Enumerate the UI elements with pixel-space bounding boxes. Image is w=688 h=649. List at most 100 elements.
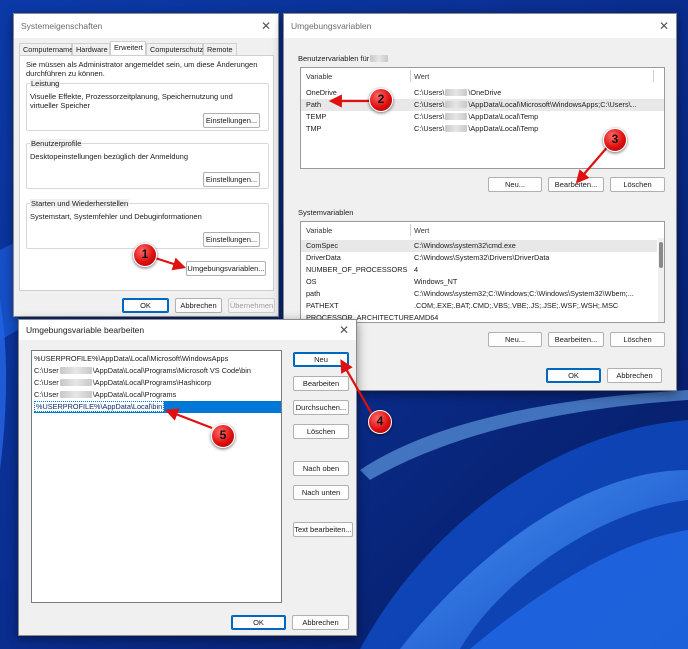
edit-new-button[interactable]: Neu xyxy=(293,352,349,367)
scrollbar-thumb[interactable] xyxy=(659,242,663,268)
environment-variables-button[interactable]: Umgebungsvariablen... xyxy=(186,261,266,276)
system-variables-label: Systemvariablen xyxy=(298,208,354,217)
col-value-header[interactable]: Wert xyxy=(414,226,429,235)
edit-ok-button[interactable]: OK xyxy=(231,615,286,630)
variable-value: C:\Users\ \AppData\Local\Temp xyxy=(414,124,539,133)
user-edit-button[interactable]: Bearbeiten... xyxy=(548,177,604,192)
close-icon[interactable]: ✕ xyxy=(659,14,669,38)
list-item-selected[interactable]: %USERPROFILE%\AppData\Local\bin xyxy=(34,401,281,413)
environment-variables-ok-button[interactable]: OK xyxy=(546,368,601,383)
tab-remote[interactable]: Remote xyxy=(203,43,237,55)
variable-value: .COM;.EXE;.BAT;.CMD;.VBS;.VBE;.JS;.JSE;.… xyxy=(414,301,619,310)
step-marker-2: 2 xyxy=(369,88,393,112)
user-variables-label: Benutzervariablen für xyxy=(298,54,389,63)
redacted-username xyxy=(370,55,389,62)
variable-name: PATHEXT xyxy=(306,301,339,310)
variable-name: ComSpec xyxy=(306,241,339,250)
edit-environment-variable-dialog: Umgebungsvariable bearbeiten ✕ %USERPROF… xyxy=(18,319,357,636)
user-new-button[interactable]: Neu... xyxy=(488,177,542,192)
step-marker-1: 1 xyxy=(133,243,157,267)
system-properties-ok-button[interactable]: OK xyxy=(122,298,169,313)
tab-erweitert[interactable]: Erweitert xyxy=(110,41,146,55)
edit-browse-button[interactable]: Durchsuchen... xyxy=(293,400,349,415)
edit-cancel-button[interactable]: Abbrechen xyxy=(292,615,349,630)
system-properties-title: Systemeigenschaften xyxy=(21,21,103,31)
startup-recovery-description: Systemstart, Systemfehler und Debuginfor… xyxy=(30,212,202,221)
step-marker-4: 4 xyxy=(368,410,392,434)
system-properties-apply-button[interactable]: Übernehmen xyxy=(228,298,275,313)
list-item[interactable]: OneDrive C:\Users\ \OneDrive xyxy=(301,87,664,99)
user-profiles-settings-button[interactable]: Einstellungen... xyxy=(203,172,260,187)
list-item[interactable]: DriverData C:\Windows\System32\Drivers\D… xyxy=(301,252,657,264)
variable-value: C:\Windows\system32\cmd.exe xyxy=(414,241,516,250)
list-item[interactable]: path C:\Windows\system32;C:\Windows;C:\W… xyxy=(301,288,657,300)
edit-delete-button[interactable]: Löschen xyxy=(293,424,349,439)
list-item[interactable]: C:\User \AppData\Local\Programs xyxy=(34,389,281,401)
system-delete-button[interactable]: Löschen xyxy=(610,332,665,347)
column-separator xyxy=(410,70,411,82)
edit-dialog-title: Umgebungsvariable bearbeiten xyxy=(26,325,145,335)
user-variables-list[interactable]: Variable Wert OneDrive C:\Users\ \OneDriv… xyxy=(300,67,665,169)
system-variables-scrollbar[interactable] xyxy=(658,238,664,322)
edit-edit-button[interactable]: Bearbeiten xyxy=(293,376,349,391)
variable-value: C:\Users\ \AppData\Local\Temp xyxy=(414,112,539,121)
list-item[interactable]: TEMP C:\Users\ \AppData\Local\Temp xyxy=(301,111,664,123)
column-separator xyxy=(653,70,654,82)
performance-settings-button[interactable]: Einstellungen... xyxy=(203,113,260,128)
col-variable-header[interactable]: Variable xyxy=(306,226,332,235)
variable-value: C:\Users\ \OneDrive xyxy=(414,88,502,97)
path-entries-list[interactable]: %USERPROFILE%\AppData\Local\Microsoft\Wi… xyxy=(31,350,282,603)
variable-name: OS xyxy=(306,277,317,286)
list-item[interactable]: PATHEXT .COM;.EXE;.BAT;.CMD;.VBS;.VBE;.J… xyxy=(301,300,657,312)
system-variables-list[interactable]: Variable Wert ComSpec C:\Windows\system3… xyxy=(300,221,665,323)
environment-variables-titlebar: Umgebungsvariablen ✕ xyxy=(284,14,676,38)
admin-note: Sie müssen als Administrator angemeldet … xyxy=(26,60,258,78)
list-item[interactable]: ComSpec C:\Windows\system32\cmd.exe xyxy=(301,240,657,252)
col-value-header[interactable]: Wert xyxy=(414,72,429,81)
system-properties-dialog: Systemeigenschaften ✕ Computername Hardw… xyxy=(13,13,279,317)
variable-value: Windows_NT xyxy=(414,277,458,286)
variable-value: C:\Windows\system32;C:\Windows;C:\Window… xyxy=(414,289,634,298)
system-properties-cancel-button[interactable]: Abbrechen xyxy=(175,298,222,313)
startup-recovery-settings-button[interactable]: Einstellungen... xyxy=(203,232,260,247)
tab-hardware[interactable]: Hardware xyxy=(72,43,110,55)
list-item[interactable]: C:\User \AppData\Local\Programs\Microsoft… xyxy=(34,365,281,377)
user-profiles-label: Benutzerprofile xyxy=(30,139,83,148)
user-delete-button[interactable]: Löschen xyxy=(610,177,665,192)
edit-text-button[interactable]: Text bearbeiten... xyxy=(293,522,353,537)
performance-label: Leistung xyxy=(30,79,61,88)
list-item[interactable]: Path C:\Users\ \AppData\Local\Microsoft\W… xyxy=(301,99,664,111)
user-profiles-description: Desktopeinstellungen bezüglich der Anmel… xyxy=(30,152,189,161)
column-separator xyxy=(410,224,411,236)
step-marker-5: 5 xyxy=(211,424,235,448)
system-properties-titlebar: Systemeigenschaften ✕ xyxy=(14,14,278,38)
list-item[interactable]: OS Windows_NT xyxy=(301,276,657,288)
step-marker-3: 3 xyxy=(603,128,627,152)
system-new-button[interactable]: Neu... xyxy=(488,332,542,347)
variable-name: TMP xyxy=(306,124,322,133)
variable-name: OneDrive xyxy=(306,88,337,97)
variable-value: 4 xyxy=(414,265,419,274)
move-down-button[interactable]: Nach unten xyxy=(293,485,349,500)
system-edit-button[interactable]: Bearbeiten... xyxy=(548,332,604,347)
startup-recovery-label: Starten und Wiederherstellen xyxy=(30,199,130,208)
variable-value: C:\Windows\System32\Drivers\DriverData xyxy=(414,253,550,262)
close-icon[interactable]: ✕ xyxy=(339,320,349,340)
variable-value: C:\Users\ \AppData\Local\Microsoft\Window… xyxy=(414,100,637,109)
close-icon[interactable]: ✕ xyxy=(261,14,271,38)
tab-computerschutz[interactable]: Computerschutz xyxy=(146,43,203,55)
variable-name: NUMBER_OF_PROCESSORS xyxy=(306,265,408,274)
performance-description: Visuelle Effekte, Prozessorzeitplanung, … xyxy=(30,92,233,110)
move-up-button[interactable]: Nach oben xyxy=(293,461,349,476)
variable-value: AMD64 xyxy=(414,313,439,322)
variable-name: path xyxy=(306,289,321,298)
variable-name: TEMP xyxy=(306,112,327,121)
list-item[interactable]: %USERPROFILE%\AppData\Local\Microsoft\Wi… xyxy=(34,353,281,365)
variable-name: Path xyxy=(306,100,322,109)
environment-variables-cancel-button[interactable]: Abbrechen xyxy=(607,368,662,383)
list-item[interactable]: NUMBER_OF_PROCESSORS 4 xyxy=(301,264,657,276)
tab-computername[interactable]: Computername xyxy=(19,43,73,55)
list-item[interactable]: C:\User \AppData\Local\Programs\Hashicorp xyxy=(34,377,281,389)
col-variable-header[interactable]: Variable xyxy=(306,72,332,81)
edit-dialog-titlebar: Umgebungsvariable bearbeiten ✕ xyxy=(19,320,356,340)
